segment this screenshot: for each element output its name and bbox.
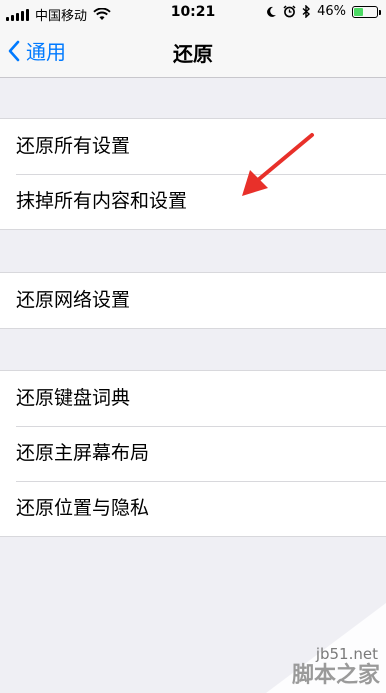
reset-keyboard-dictionary-row[interactable]: 还原键盘词典 [0,371,386,426]
page-title: 还原 [173,42,213,66]
erase-all-content-row[interactable]: 抹掉所有内容和设置 [0,174,386,229]
navigation-bar: 通用 还原 [0,26,386,78]
reset-group-2: 还原网络设置 [0,272,386,329]
alarm-icon [283,5,296,18]
reset-location-privacy-row[interactable]: 还原位置与隐私 [0,481,386,536]
reset-group-3: 还原键盘词典 还原主屏幕布局 还原位置与隐私 [0,370,386,537]
battery-percent: 46% [317,4,346,19]
bluetooth-icon [302,5,311,18]
watermark-name: 脚本之家 [291,663,380,688]
battery-level-fill [354,7,364,16]
reset-home-screen-layout-row[interactable]: 还原主屏幕布局 [0,426,386,481]
moon-icon [267,6,277,17]
battery-icon [352,5,381,18]
reset-all-settings-row[interactable]: 还原所有设置 [0,119,386,174]
red-arrow-annotation [242,133,314,196]
reset-network-settings-row[interactable]: 还原网络设置 [0,273,386,328]
reset-group-1: 还原所有设置 抹掉所有内容和设置 [0,118,386,230]
status-bar: 中国移动 10:21 46% [0,0,386,26]
